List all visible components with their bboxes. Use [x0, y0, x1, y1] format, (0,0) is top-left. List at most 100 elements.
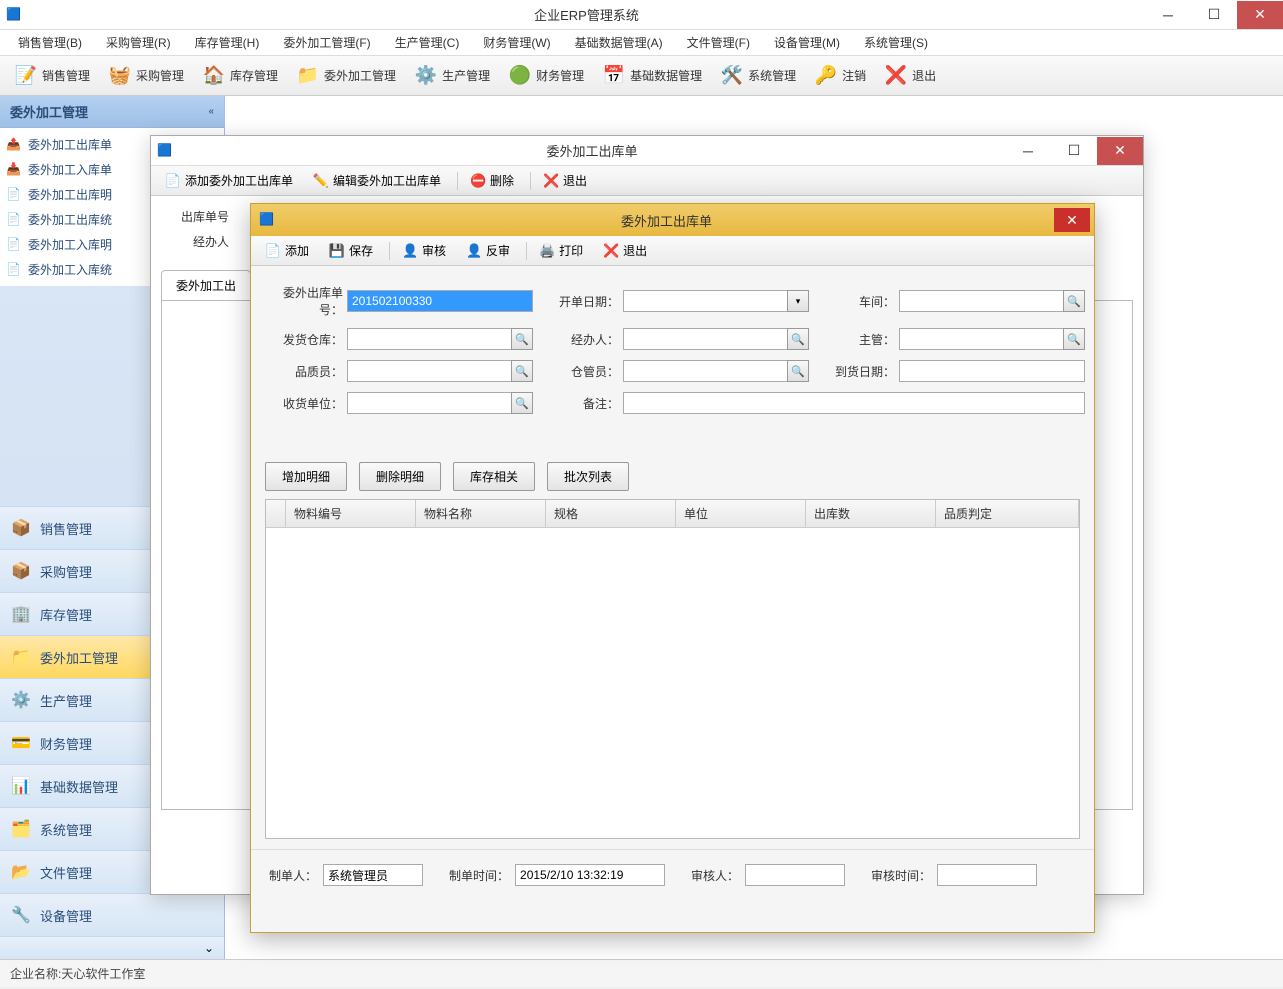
batch-list-button[interactable]: 批次列表 [547, 462, 629, 491]
tool-production[interactable]: ⚙️生产管理 [406, 62, 498, 90]
minimize-button[interactable]: ─ [1145, 1, 1191, 29]
divider [530, 172, 531, 190]
tool-system[interactable]: 🛠️系统管理 [712, 62, 804, 90]
maker-input[interactable] [323, 864, 423, 886]
grid-col-qty[interactable]: 出库数 [806, 500, 936, 527]
menu-finance[interactable]: 财务管理(W) [471, 30, 562, 55]
menu-outsource[interactable]: 委外加工管理(F) [271, 30, 382, 55]
handler-input[interactable] [623, 328, 788, 350]
main-title: 企业ERP管理系统 [28, 5, 1145, 24]
tool-finance[interactable]: 🟢财务管理 [500, 62, 592, 90]
menu-purchase[interactable]: 采购管理(R) [94, 30, 183, 55]
sidebar-header[interactable]: 委外加工管理 « [0, 96, 224, 128]
receiver-input[interactable] [347, 392, 512, 414]
sub2-save-button[interactable]: 💾保存 [321, 239, 381, 262]
workshop-lookup-button[interactable]: 🔍 [1063, 290, 1085, 312]
menu-production[interactable]: 生产管理(C) [383, 30, 472, 55]
add-detail-button[interactable]: 增加明细 [265, 462, 347, 491]
sub1-minimize-button[interactable]: ─ [1005, 137, 1051, 165]
close-button[interactable]: ✕ [1237, 1, 1283, 29]
field-handler: 经办人： 🔍 [541, 328, 809, 350]
arrivaldate-input[interactable] [899, 360, 1085, 382]
sub2-print-button[interactable]: 🖨️打印 [531, 239, 591, 262]
sub1-delete-button[interactable]: ⛔删除 [462, 169, 522, 192]
receiver-lookup-button[interactable]: 🔍 [511, 392, 533, 414]
maximize-button[interactable]: ☐ [1191, 1, 1237, 29]
x-circle-icon: ❌ [603, 243, 619, 259]
tools-icon: 🛠️ [720, 64, 744, 88]
tool-outsource[interactable]: 📁委外加工管理 [288, 62, 404, 90]
qc-lookup-button[interactable]: 🔍 [511, 360, 533, 382]
tool-exit[interactable]: ❌退出 [876, 62, 944, 90]
menu-equipment[interactable]: 设备管理(M) [762, 30, 852, 55]
sub1-close-button[interactable]: ✕ [1097, 137, 1143, 165]
sub1-add-button[interactable]: 📄添加委外加工出库单 [157, 169, 301, 192]
manager-lookup-button[interactable]: 🔍 [1063, 328, 1085, 350]
chevron-down-icon: ⌄ [204, 941, 214, 955]
grid-col-unit[interactable]: 单位 [676, 500, 806, 527]
sub1-edit-button[interactable]: ✏️编辑委外加工出库单 [305, 169, 449, 192]
sub1-maximize-button[interactable]: ☐ [1051, 137, 1097, 165]
sub2-audit-button[interactable]: 👤审核 [394, 239, 454, 262]
x-circle-icon: ❌ [543, 173, 559, 189]
orderno-input[interactable] [347, 290, 533, 312]
grid-col-matname[interactable]: 物料名称 [416, 500, 546, 527]
sub1-tab[interactable]: 委外加工出 [161, 270, 251, 300]
sub2-close-button[interactable]: ✕ [1054, 208, 1090, 232]
warehouse-lookup-button[interactable]: 🔍 [511, 328, 533, 350]
audittime-input[interactable] [937, 864, 1037, 886]
maketime-input[interactable] [515, 864, 665, 886]
storekeeper-input[interactable] [623, 360, 788, 382]
sub2-unaudit-button[interactable]: 👤反审 [458, 239, 518, 262]
stock-related-button[interactable]: 库存相关 [453, 462, 535, 491]
tool-purchase[interactable]: 🧺采购管理 [100, 62, 192, 90]
finance-icon: 💳 [10, 732, 32, 754]
sub2-app-icon: 🟦 [259, 212, 275, 228]
menu-system[interactable]: 系统管理(S) [852, 30, 940, 55]
manager-input[interactable] [899, 328, 1064, 350]
collapse-icon[interactable]: « [208, 106, 214, 117]
tool-sales[interactable]: 📝销售管理 [6, 62, 98, 90]
grid-col-qc[interactable]: 品质判定 [936, 500, 1079, 527]
menu-inventory[interactable]: 库存管理(H) [183, 30, 272, 55]
sub1-controls: ─ ☐ ✕ [1005, 137, 1143, 165]
sub2-exit-button[interactable]: ❌退出 [595, 239, 655, 262]
grid-col-matno[interactable]: 物料编号 [286, 500, 416, 527]
grid-col-selector[interactable] [266, 500, 286, 527]
date-picker-button[interactable]: ▾ [787, 290, 809, 312]
house-icon: 🏠 [202, 64, 226, 88]
tool-inventory[interactable]: 🏠库存管理 [194, 62, 286, 90]
remark-input[interactable] [623, 392, 1085, 414]
qc-input[interactable] [347, 360, 512, 382]
workshop-input[interactable] [899, 290, 1064, 312]
sales-icon: 📦 [10, 517, 32, 539]
sub1-exit-button[interactable]: ❌退出 [535, 169, 595, 192]
footer-row: 制单人： 制单时间： 审核人： 审核时间： [251, 849, 1094, 900]
field-qc: 品质员： 🔍 [265, 360, 533, 382]
tool-logout[interactable]: 🔑注销 [806, 62, 874, 90]
grid-col-spec[interactable]: 规格 [546, 500, 676, 527]
menu-file[interactable]: 文件管理(F) [675, 30, 762, 55]
warehouse-input[interactable] [347, 328, 512, 350]
auditor-input[interactable] [745, 864, 845, 886]
doc-icon: 📄 [6, 262, 22, 278]
date-input[interactable] [623, 290, 788, 312]
folder-icon: 📁 [296, 64, 320, 88]
tool-basedata[interactable]: 📅基础数据管理 [594, 62, 710, 90]
delete-detail-button[interactable]: 删除明细 [359, 462, 441, 491]
handler-lookup-button[interactable]: 🔍 [787, 328, 809, 350]
sub2-add-button[interactable]: 📄添加 [257, 239, 317, 262]
maketime-label: 制单时间： [449, 867, 509, 884]
main-titlebar: 🟦 企业ERP管理系统 ─ ☐ ✕ [0, 0, 1283, 30]
x-icon: ❌ [884, 64, 908, 88]
doc-in-icon: 📥 [6, 162, 22, 178]
file-icon: 📂 [10, 861, 32, 883]
nav-equipment[interactable]: 🔧设备管理 [0, 893, 224, 936]
sub1-title: 委外加工出库单 [179, 141, 1005, 160]
menu-sales[interactable]: 销售管理(B) [6, 30, 94, 55]
detail-grid[interactable]: 物料编号 物料名称 规格 单位 出库数 品质判定 [265, 499, 1080, 839]
sub2-form: 委外出库单号： 开单日期： ▾ 车间： 🔍 发货仓库： 🔍 经办人： [251, 266, 1094, 432]
menu-basedata[interactable]: 基础数据管理(A) [563, 30, 675, 55]
storekeeper-lookup-button[interactable]: 🔍 [787, 360, 809, 382]
sidebar-collapse[interactable]: ⌄ [0, 936, 224, 959]
